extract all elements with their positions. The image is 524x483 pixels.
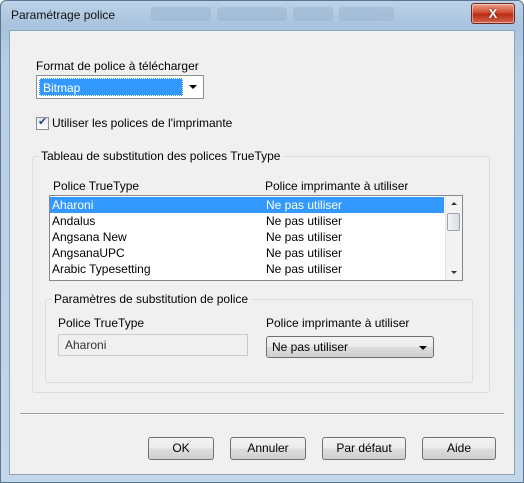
scroll-thumb[interactable]	[447, 213, 460, 231]
separator	[20, 413, 504, 415]
list-item[interactable]: Andalus Ne pas utiliser	[50, 213, 444, 229]
list-item-printer-font: Ne pas utiliser	[266, 262, 343, 276]
use-printer-fonts-label: Utiliser les polices de l'imprimante	[52, 116, 233, 130]
list-item-printer-font: Ne pas utiliser	[266, 214, 343, 228]
truetype-font-field: Aharoni	[58, 334, 248, 356]
use-printer-fonts-checkbox[interactable]	[36, 115, 49, 130]
column-header-truetype: Police TrueType	[53, 179, 140, 193]
list-item[interactable]: Arabic Typesetting Ne pas utiliser	[50, 261, 444, 277]
format-dropdown[interactable]: Bitmap	[36, 75, 204, 99]
substitution-settings-group: Paramètres de substitution de police Pol…	[45, 292, 473, 383]
ok-button[interactable]: OK	[148, 437, 214, 460]
truetype-font-label: Police TrueType	[58, 316, 145, 330]
default-button[interactable]: Par défaut	[322, 437, 406, 460]
chevron-down-icon	[419, 346, 427, 350]
format-selected-value: Bitmap	[39, 78, 183, 96]
background-window-ghost	[151, 7, 451, 23]
help-button[interactable]: Aide	[422, 437, 496, 460]
list-item-truetype-font: Aharoni	[52, 198, 94, 212]
list-item[interactable]: AngsanaUPC Ne pas utiliser	[50, 245, 444, 261]
title-bar[interactable]: Paramétrage police X	[1, 1, 523, 29]
column-header-printer-font: Police imprimante à utiliser	[265, 179, 409, 193]
list-item-printer-font: Ne pas utiliser	[266, 230, 343, 244]
list-item[interactable]: Aharoni Ne pas utiliser	[50, 197, 444, 213]
cancel-button[interactable]: Annuler	[230, 437, 306, 460]
substitution-settings-group-label: Paramètres de substitution de police	[52, 292, 251, 306]
dialog-client-area: Format de police à télécharger Bitmap Ut…	[9, 30, 515, 475]
window-title: Paramétrage police	[11, 8, 116, 22]
printer-font-selected-value: Ne pas utiliser	[272, 340, 349, 354]
scroll-down-icon[interactable]	[446, 264, 462, 280]
list-item-truetype-font: Angsana New	[52, 230, 127, 244]
dialog-window: Paramétrage police X Format de police à …	[0, 0, 524, 483]
scroll-up-icon[interactable]	[446, 196, 462, 212]
list-scrollbar[interactable]	[445, 196, 462, 280]
list-item-printer-font: Ne pas utiliser	[266, 246, 343, 260]
list-item-printer-font: Ne pas utiliser	[266, 198, 343, 212]
list-item-truetype-font: Arabic Typesetting	[52, 262, 151, 276]
format-label: Format de police à télécharger	[36, 59, 199, 73]
close-icon: X	[488, 6, 498, 21]
font-substitution-list[interactable]: Aharoni Ne pas utiliser Andalus Ne pas util…	[49, 195, 463, 281]
substitution-table-group-label: Tableau de substitution des polices True…	[39, 149, 283, 163]
list-item[interactable]: Angsana New Ne pas utiliser	[50, 229, 444, 245]
close-button[interactable]: X	[471, 3, 515, 24]
printer-font-label: Police imprimante à utiliser	[266, 316, 410, 330]
chevron-down-icon	[183, 76, 203, 98]
substitution-table-group: Tableau de substitution des polices True…	[32, 149, 490, 393]
printer-font-dropdown[interactable]: Ne pas utiliser	[266, 336, 434, 358]
list-item-truetype-font: AngsanaUPC	[52, 246, 125, 260]
list-item-truetype-font: Andalus	[52, 214, 96, 228]
